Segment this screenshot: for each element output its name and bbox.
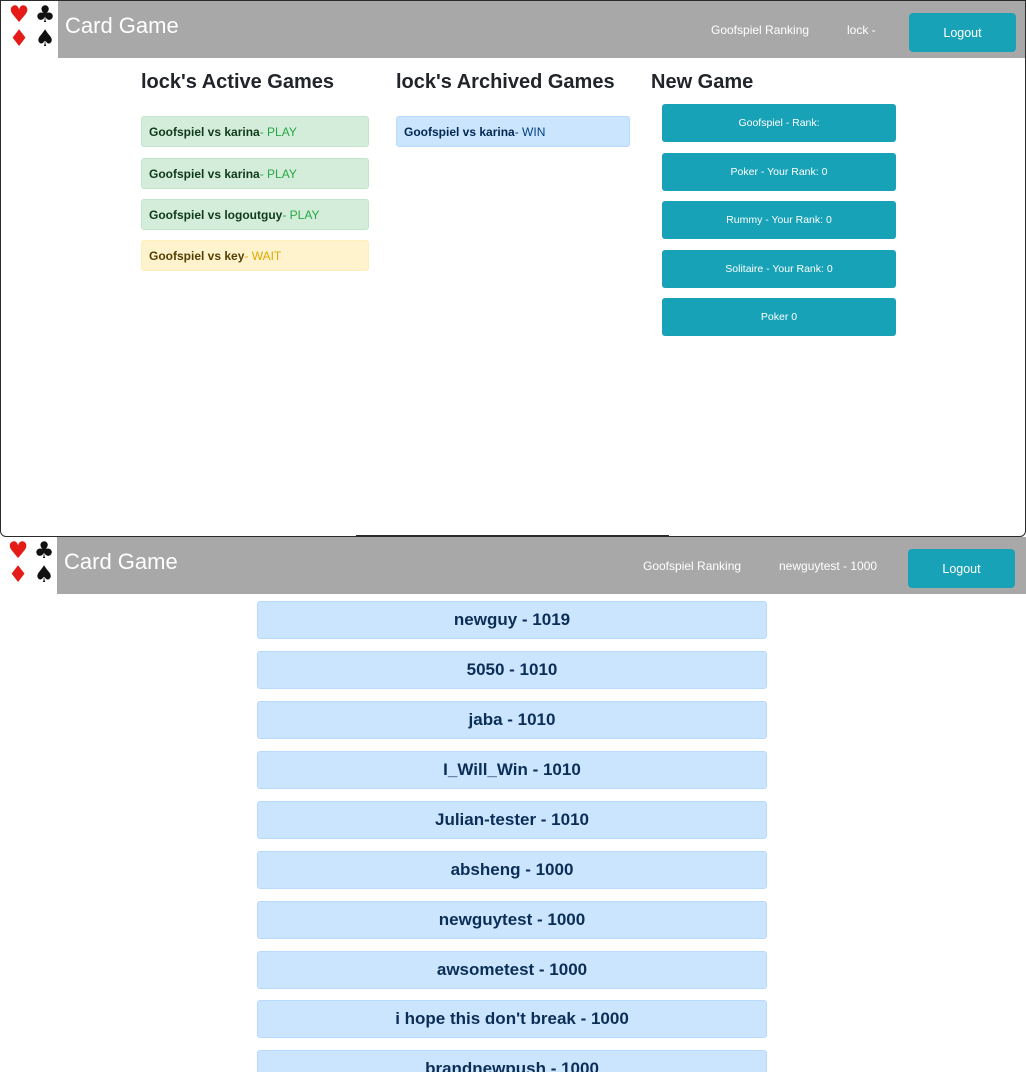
diamond-icon: ♦ (7, 562, 29, 588)
ranking-item: Julian-tester - 1010 (257, 801, 767, 839)
new-poker-button[interactable]: Poker - Your Rank: 0 (662, 153, 896, 191)
user-label: lock - (847, 23, 876, 37)
ranking-item: i hope this don't break - 1000 (257, 1000, 767, 1038)
new-game-title: New Game (651, 71, 754, 93)
ranking-item: brandnewpush - 1000 (257, 1050, 767, 1072)
spade-icon: ♠ (34, 26, 56, 52)
game-status: - WIN (514, 124, 546, 139)
game-status: - PLAY (259, 166, 297, 181)
active-games-screen: ♥ ♣ ♦ ♠ Card Game Goofspiel Ranking lock… (0, 0, 1026, 537)
new-solitaire-button[interactable]: Solitaire - Your Rank: 0 (662, 250, 896, 288)
ranking-item: absheng - 1000 (257, 851, 767, 889)
navbar: ♥ ♣ ♦ ♠ Card Game Goofspiel Ranking lock… (1, 1, 1025, 58)
game-opponent: Goofspiel vs logoutguy (149, 207, 283, 222)
game-opponent: Goofspiel vs karina (149, 166, 260, 181)
brand-title[interactable]: Card Game (64, 549, 178, 575)
goofspiel-ranking-link[interactable]: Goofspiel Ranking (711, 23, 809, 37)
active-game-item[interactable]: Goofspiel vs karina - PLAY (141, 116, 369, 147)
diamond-icon: ♦ (8, 26, 30, 52)
heart-icon: ♥ (7, 538, 29, 564)
ranking-item: awsometest - 1000 (257, 951, 767, 989)
club-icon: ♣ (33, 538, 55, 564)
new-poker-button-2[interactable]: Poker 0 (662, 298, 896, 336)
ranking-item: 5050 - 1010 (257, 651, 767, 689)
ranking-screen: ♥ ♣ ♦ ♠ Card Game Goofspiel Ranking newg… (0, 537, 1026, 1072)
ranking-item: newguy - 1019 (257, 601, 767, 639)
card-suits-logo[interactable]: ♥ ♣ ♦ ♠ (0, 537, 57, 594)
active-game-item[interactable]: Goofspiel vs logoutguy - PLAY (141, 199, 369, 230)
heart-icon: ♥ (8, 2, 30, 28)
archived-games-title: lock's Archived Games (396, 71, 615, 93)
game-opponent: Goofspiel vs karina (149, 124, 260, 139)
ranking-item: I_Will_Win - 1010 (257, 751, 767, 789)
game-opponent: Goofspiel vs key (149, 248, 245, 263)
active-game-item[interactable]: Goofspiel vs key - WAIT (141, 240, 369, 271)
new-goofspiel-button[interactable]: Goofspiel - Rank: (662, 104, 896, 142)
game-status: - PLAY (282, 207, 320, 222)
logout-button[interactable]: Logout (908, 549, 1015, 588)
card-suits-logo[interactable]: ♥ ♣ ♦ ♠ (1, 1, 58, 58)
goofspiel-ranking-link[interactable]: Goofspiel Ranking (643, 559, 741, 573)
active-games-title: lock's Active Games (141, 71, 335, 93)
game-status: - PLAY (259, 124, 297, 139)
ranking-item: jaba - 1010 (257, 701, 767, 739)
logout-button[interactable]: Logout (909, 13, 1016, 52)
club-icon: ♣ (34, 2, 56, 28)
game-opponent: Goofspiel vs karina (404, 124, 515, 139)
navbar: ♥ ♣ ♦ ♠ Card Game Goofspiel Ranking newg… (0, 537, 1026, 594)
brand-title[interactable]: Card Game (65, 13, 179, 39)
game-status: - WAIT (244, 248, 282, 263)
active-game-item[interactable]: Goofspiel vs karina - PLAY (141, 158, 369, 189)
user-label: newguytest - 1000 (779, 559, 878, 573)
new-rummy-button[interactable]: Rummy - Your Rank: 0 (662, 201, 896, 239)
ranking-item: newguytest - 1000 (257, 901, 767, 939)
spade-icon: ♠ (33, 562, 55, 588)
archived-game-item[interactable]: Goofspiel vs karina - WIN (396, 116, 630, 147)
